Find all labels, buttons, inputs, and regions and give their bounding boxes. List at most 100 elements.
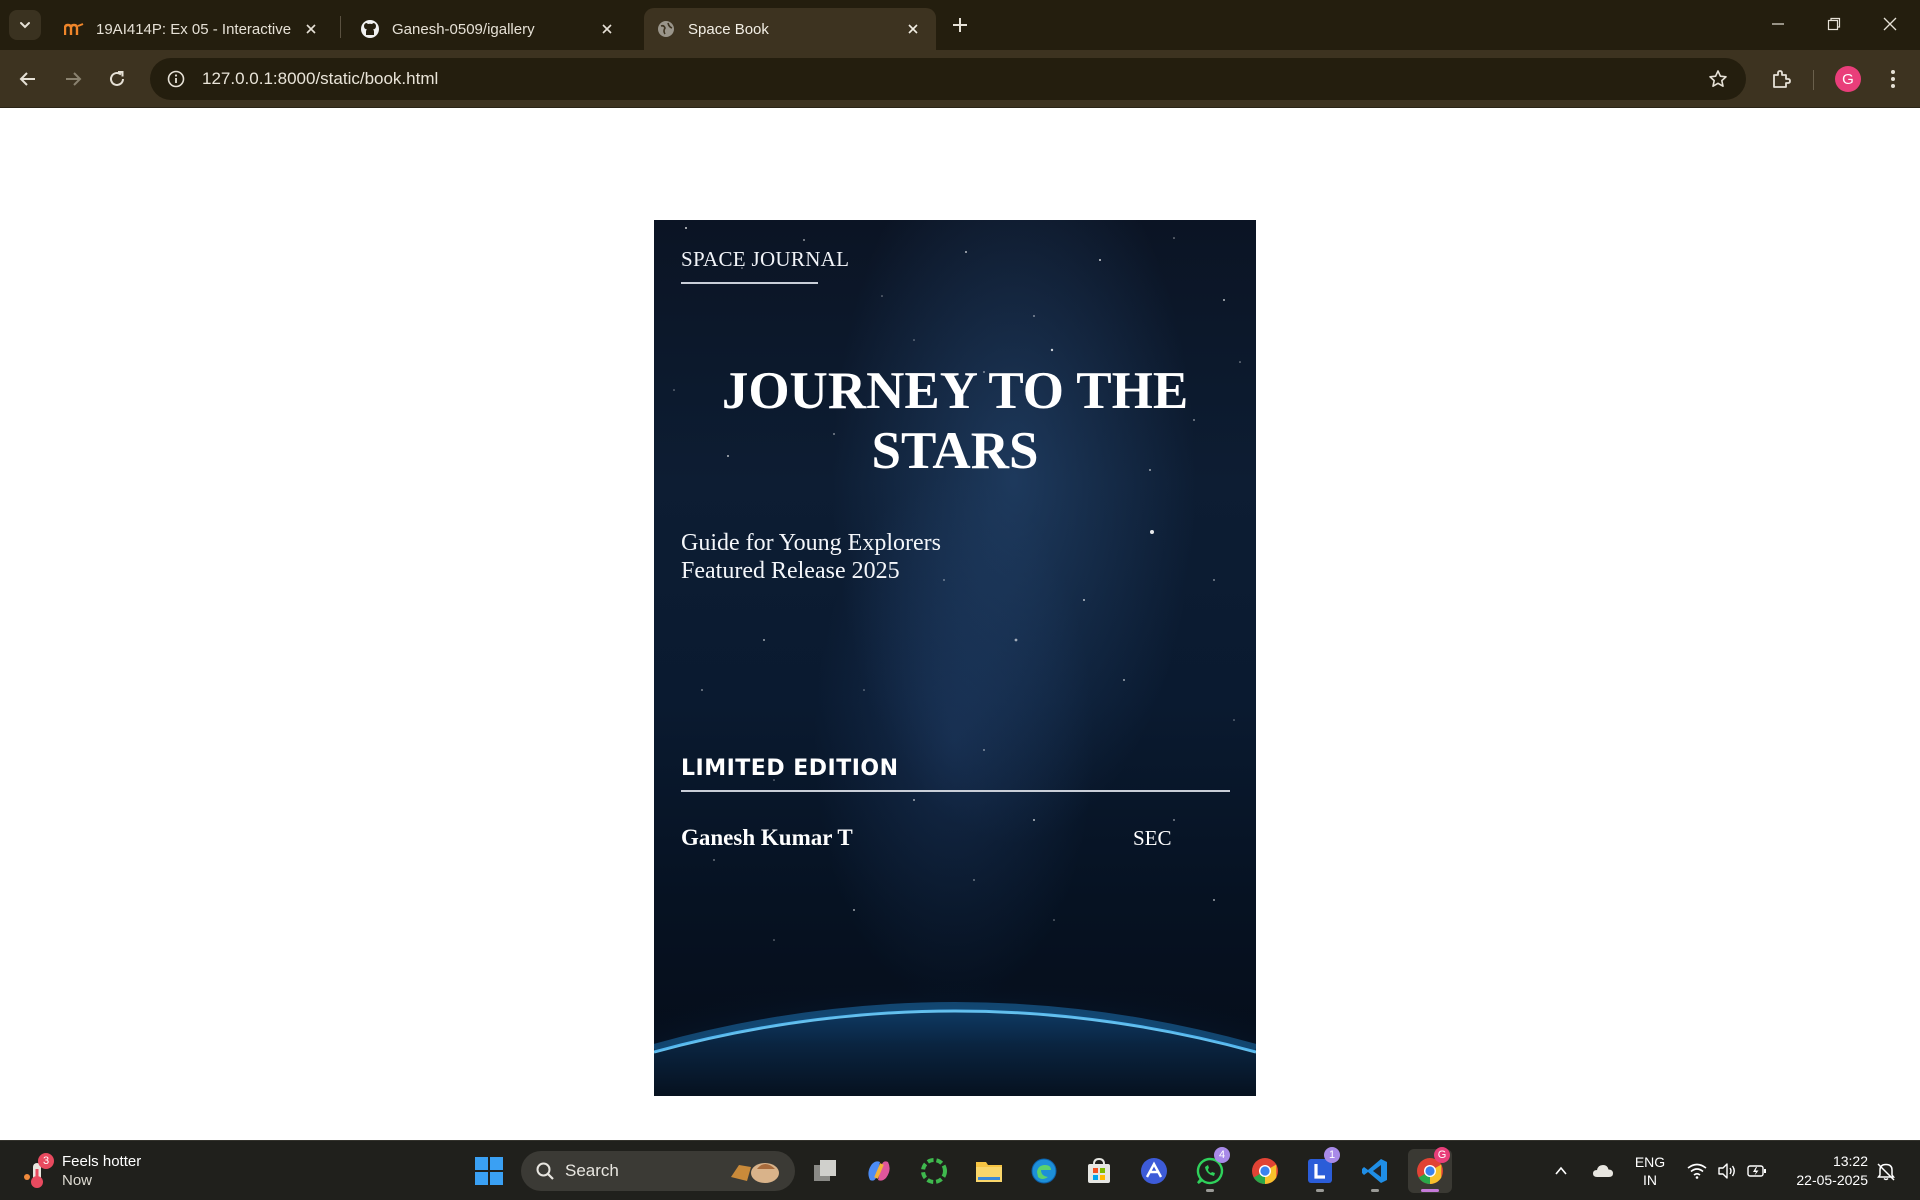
taskbar-task-view[interactable] bbox=[803, 1149, 847, 1193]
taskbar: 3 Feels hotter Now Search 4 1 G ENG IN 1… bbox=[0, 1140, 1920, 1200]
notification-bell-icon bbox=[1877, 1163, 1895, 1181]
restore-icon bbox=[1827, 17, 1841, 31]
speaker-icon bbox=[1718, 1163, 1735, 1179]
cloud-icon bbox=[1593, 1165, 1613, 1177]
clock-date: 22-05-2025 bbox=[1796, 1172, 1868, 1188]
moodle-icon bbox=[64, 19, 84, 39]
edition-label: LIMITED EDITION bbox=[681, 756, 899, 781]
tab-title: Ganesh-0509/igallery bbox=[392, 20, 535, 38]
close-window-button[interactable] bbox=[1862, 0, 1918, 48]
tab-search-button[interactable] bbox=[9, 10, 41, 40]
tab-moodle[interactable]: 19AI414P: Ex 05 - Interactive Im bbox=[52, 8, 334, 50]
site-info-icon[interactable] bbox=[158, 61, 194, 97]
weather-subtitle: Now bbox=[62, 1172, 93, 1189]
more-vertical-icon bbox=[1891, 70, 1895, 88]
wifi-icon bbox=[1687, 1163, 1707, 1179]
language-indicator[interactable]: ENG IN bbox=[1630, 1153, 1670, 1189]
running-indicator bbox=[1206, 1189, 1214, 1192]
folder-icon bbox=[976, 1162, 1002, 1182]
show-hidden-icons-button[interactable] bbox=[1548, 1141, 1574, 1200]
notifications-button[interactable] bbox=[1872, 1141, 1900, 1200]
reload-button[interactable] bbox=[100, 62, 134, 96]
chevron-up-icon bbox=[1555, 1166, 1567, 1175]
chrome-icon bbox=[1252, 1158, 1278, 1185]
profile-avatar[interactable]: G bbox=[1835, 66, 1861, 92]
search-highlight-icon bbox=[731, 1163, 779, 1183]
whatsapp-badge: 4 bbox=[1214, 1147, 1230, 1163]
url-text[interactable]: 127.0.0.1:8000/static/book.html bbox=[202, 69, 438, 89]
author-name: Ganesh Kumar T bbox=[681, 825, 853, 850]
back-button[interactable] bbox=[11, 62, 45, 96]
cover-kicker: SPACE JOURNAL bbox=[681, 247, 850, 271]
clock[interactable]: 13:22 22-05-2025 bbox=[1780, 1152, 1868, 1190]
extensions-button[interactable] bbox=[1764, 62, 1798, 96]
arrow-left-icon bbox=[19, 72, 35, 86]
taskbar-edge[interactable] bbox=[1022, 1149, 1066, 1193]
running-indicator bbox=[1371, 1189, 1379, 1192]
address-bar[interactable]: 127.0.0.1:8000/static/book.html bbox=[150, 58, 1746, 100]
volume-button[interactable] bbox=[1714, 1141, 1740, 1200]
language-region: IN bbox=[1643, 1172, 1657, 1188]
globe-icon bbox=[656, 19, 676, 39]
subtitle-line: Guide for Young Explorers bbox=[681, 530, 941, 556]
minimize-icon bbox=[1772, 23, 1784, 25]
close-icon[interactable] bbox=[902, 18, 924, 40]
onedrive-button[interactable] bbox=[1588, 1141, 1618, 1200]
restore-button[interactable] bbox=[1806, 0, 1862, 48]
active-indicator bbox=[1421, 1189, 1439, 1192]
store-icon bbox=[1088, 1157, 1110, 1183]
start-button[interactable] bbox=[467, 1149, 511, 1193]
taskbar-chrome-profile[interactable]: G bbox=[1408, 1147, 1452, 1193]
close-icon bbox=[1883, 17, 1897, 31]
arrow-right-icon bbox=[66, 72, 82, 86]
taskbar-whatsapp[interactable]: 4 bbox=[1188, 1147, 1232, 1193]
chrome-profile-badge: G bbox=[1434, 1147, 1450, 1163]
browser-toolbar: 127.0.0.1:8000/static/book.html bbox=[0, 50, 1920, 108]
taskbar-copilot[interactable] bbox=[857, 1149, 901, 1193]
thermometer-icon: 3 bbox=[20, 1151, 54, 1191]
book-cover: SPACE JOURNAL JOURNEY TO THE STARS Guide… bbox=[654, 220, 1256, 1096]
tab-title: 19AI414P: Ex 05 - Interactive Im bbox=[96, 20, 292, 38]
weather-widget[interactable]: 3 Feels hotter Now bbox=[20, 1147, 160, 1195]
taskbar-search[interactable]: Search bbox=[521, 1151, 795, 1191]
weather-text: Feels hotter Now bbox=[62, 1152, 141, 1190]
publisher-label: SEC bbox=[1133, 826, 1172, 850]
browser-menu-button[interactable] bbox=[1878, 62, 1908, 96]
taskbar-vscode[interactable] bbox=[1353, 1149, 1397, 1193]
tab-space-book[interactable]: Space Book bbox=[644, 8, 936, 50]
weather-title: Feels hotter bbox=[62, 1153, 142, 1170]
blue-a-app-icon bbox=[1141, 1158, 1167, 1184]
green-ring-icon bbox=[921, 1158, 947, 1184]
language-code: ENG bbox=[1634, 1154, 1666, 1170]
cover-title: JOURNEY TO THE STARS bbox=[721, 362, 1189, 480]
clock-time: 13:22 bbox=[1832, 1153, 1868, 1169]
l-app-badge: 1 bbox=[1324, 1147, 1340, 1163]
taskbar-app-blue-a[interactable] bbox=[1132, 1149, 1176, 1193]
tab-github[interactable]: Ganesh-0509/igallery bbox=[348, 8, 630, 50]
taskbar-file-explorer[interactable] bbox=[967, 1149, 1011, 1193]
edition-divider bbox=[681, 790, 1230, 792]
search-label: Search bbox=[565, 1161, 619, 1180]
taskbar-app-green-ring[interactable] bbox=[912, 1149, 956, 1193]
wifi-button[interactable] bbox=[1684, 1141, 1710, 1200]
close-icon[interactable] bbox=[300, 18, 322, 40]
new-tab-button[interactable] bbox=[944, 10, 976, 40]
minimize-button[interactable] bbox=[1750, 0, 1806, 48]
plus-icon bbox=[953, 18, 967, 32]
kicker-divider bbox=[681, 282, 818, 284]
battery-button[interactable] bbox=[1744, 1141, 1770, 1200]
taskbar-microsoft-store[interactable] bbox=[1077, 1149, 1121, 1193]
running-indicator bbox=[1316, 1189, 1324, 1192]
vscode-icon bbox=[1362, 1159, 1387, 1183]
taskbar-chrome[interactable] bbox=[1243, 1149, 1287, 1193]
forward-button[interactable] bbox=[56, 62, 90, 96]
copilot-icon bbox=[868, 1161, 890, 1181]
chevron-down-icon bbox=[20, 22, 30, 29]
battery-charging-icon bbox=[1747, 1165, 1766, 1177]
bookmark-star-icon[interactable] bbox=[1704, 65, 1732, 93]
close-icon[interactable] bbox=[596, 18, 618, 40]
github-icon bbox=[360, 19, 380, 39]
taskbar-app-l[interactable]: 1 bbox=[1298, 1147, 1342, 1193]
search-icon bbox=[536, 1162, 554, 1180]
toolbar-separator bbox=[1813, 70, 1814, 90]
